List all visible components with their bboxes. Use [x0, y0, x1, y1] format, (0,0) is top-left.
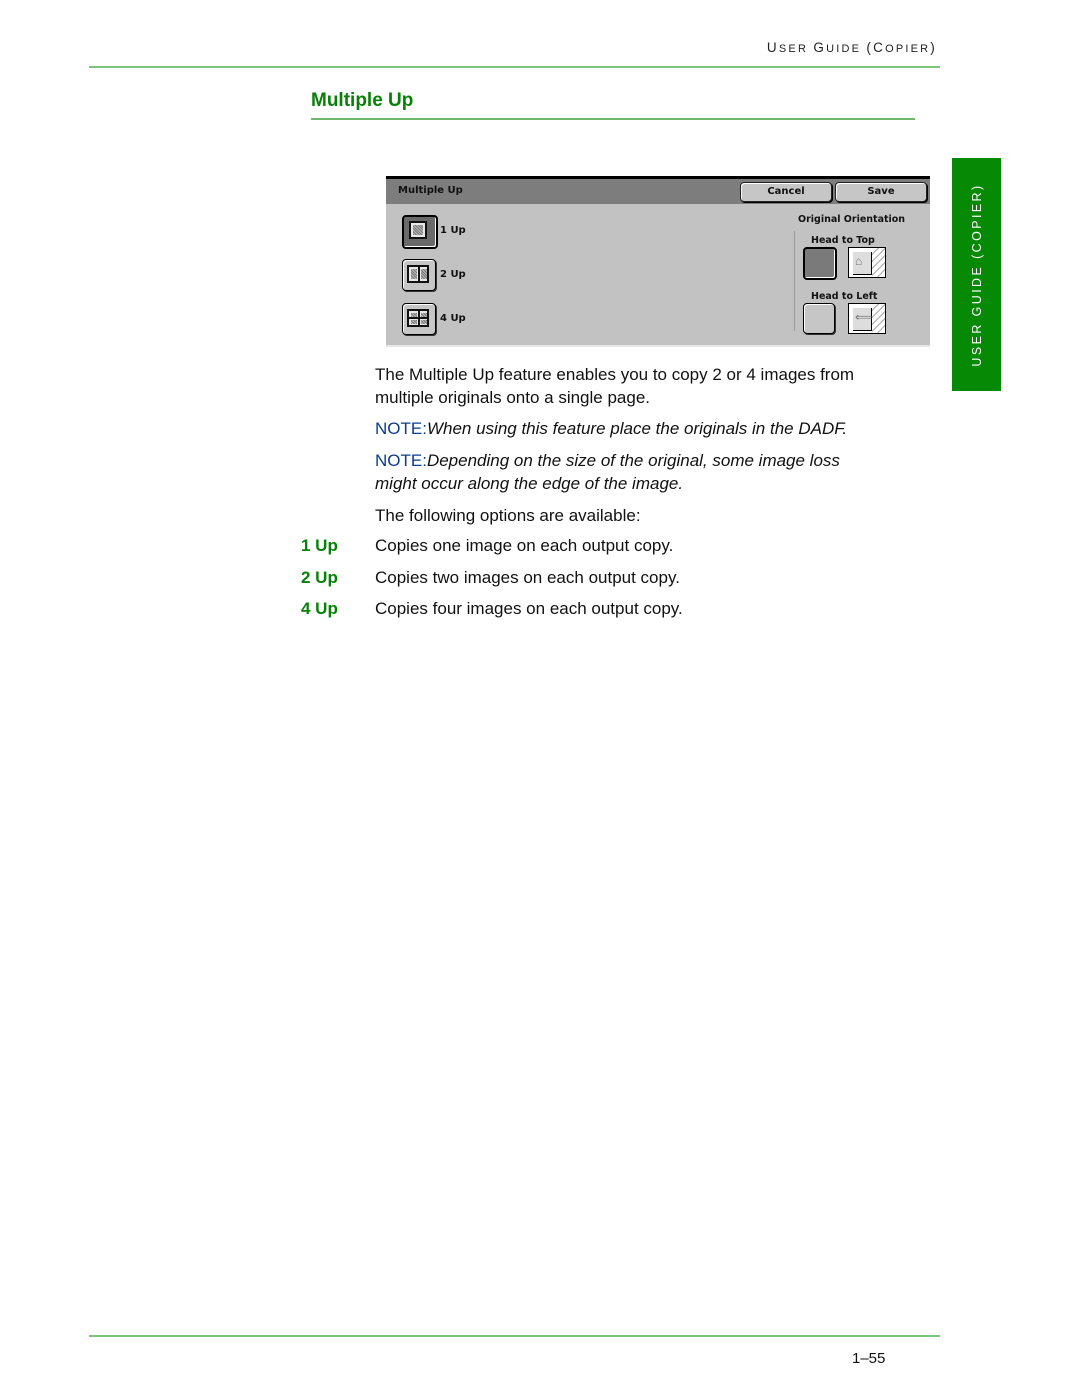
note-text: When using this feature place the origin… — [426, 419, 848, 438]
header-part: (C — [866, 40, 886, 55]
option-2-up-button[interactable] — [402, 259, 436, 291]
definition-description: Copies one image on each output copy. — [375, 536, 674, 555]
option-1-up-button[interactable] — [402, 215, 438, 249]
landscape-page-icon: ⟸ — [848, 303, 886, 334]
definition-term: 1 Up — [301, 536, 338, 555]
options-intro: The following options are available: — [375, 506, 641, 525]
option-4-up-button[interactable] — [402, 303, 436, 335]
screen-title: Multiple Up — [398, 185, 463, 196]
side-tab-label: USER GUIDE (COPIER) — [969, 182, 984, 367]
header-part: UIDE — [826, 43, 867, 55]
portrait-page-icon: ⌂ — [848, 247, 886, 278]
section-title: Multiple Up — [311, 90, 414, 111]
definition-description: Copies two images on each output copy. — [375, 568, 680, 587]
intro-paragraph: The Multiple Up feature enables you to c… — [375, 363, 854, 409]
two-up-icon — [407, 265, 429, 283]
page-number: 1–55 — [852, 1350, 886, 1367]
footer-divider — [89, 1335, 940, 1337]
header-part: G — [813, 40, 827, 55]
running-header: USER GUIDE (COPIER) — [640, 40, 937, 55]
header-part: U — [766, 40, 779, 55]
orientation-divider — [794, 231, 795, 331]
cancel-button[interactable]: Cancel — [740, 182, 832, 202]
copier-screen: Multiple Up Cancel Save 1 Up 2 Up 4 Up O… — [386, 176, 930, 347]
header-part: SER — [778, 43, 814, 55]
note-1: NOTE:When using this feature place the o… — [375, 417, 847, 440]
note-text: Depending on the size of the original, s… — [426, 451, 840, 470]
option-2-up-label: 2 Up — [440, 269, 466, 280]
definition-term: 4 Up — [301, 599, 338, 618]
option-4-up-label: 4 Up — [440, 313, 466, 324]
header-part: ) — [930, 40, 937, 55]
header-part: OPIER — [885, 43, 931, 55]
side-tab: USER GUIDE (COPIER) — [952, 158, 1001, 391]
definition-description: Copies four images on each output copy. — [375, 599, 683, 618]
definition-term: 2 Up — [301, 568, 338, 587]
head-to-left-button[interactable] — [803, 303, 835, 334]
option-1-up-label: 1 Up — [440, 225, 466, 236]
one-up-icon — [409, 221, 427, 239]
note-2: NOTE:Depending on the size of the origin… — [375, 449, 840, 495]
head-to-top-button[interactable] — [803, 247, 837, 280]
four-up-icon — [407, 309, 429, 327]
note-label: NOTE: — [375, 451, 427, 470]
header-divider — [89, 66, 940, 68]
note-label: NOTE: — [375, 419, 427, 438]
title-divider — [311, 118, 915, 120]
intro-line: multiple originals onto a single page. — [375, 388, 651, 407]
orientation-heading: Original Orientation — [798, 214, 906, 225]
head-to-left-label: Head to Left — [811, 291, 878, 302]
intro-line: The Multiple Up feature enables you to c… — [375, 365, 855, 384]
note-text: might occur along the edge of the image. — [375, 474, 684, 493]
save-button[interactable]: Save — [835, 182, 927, 202]
head-to-top-label: Head to Top — [811, 235, 875, 246]
screen-title-bar: Multiple Up Cancel Save — [386, 179, 930, 204]
